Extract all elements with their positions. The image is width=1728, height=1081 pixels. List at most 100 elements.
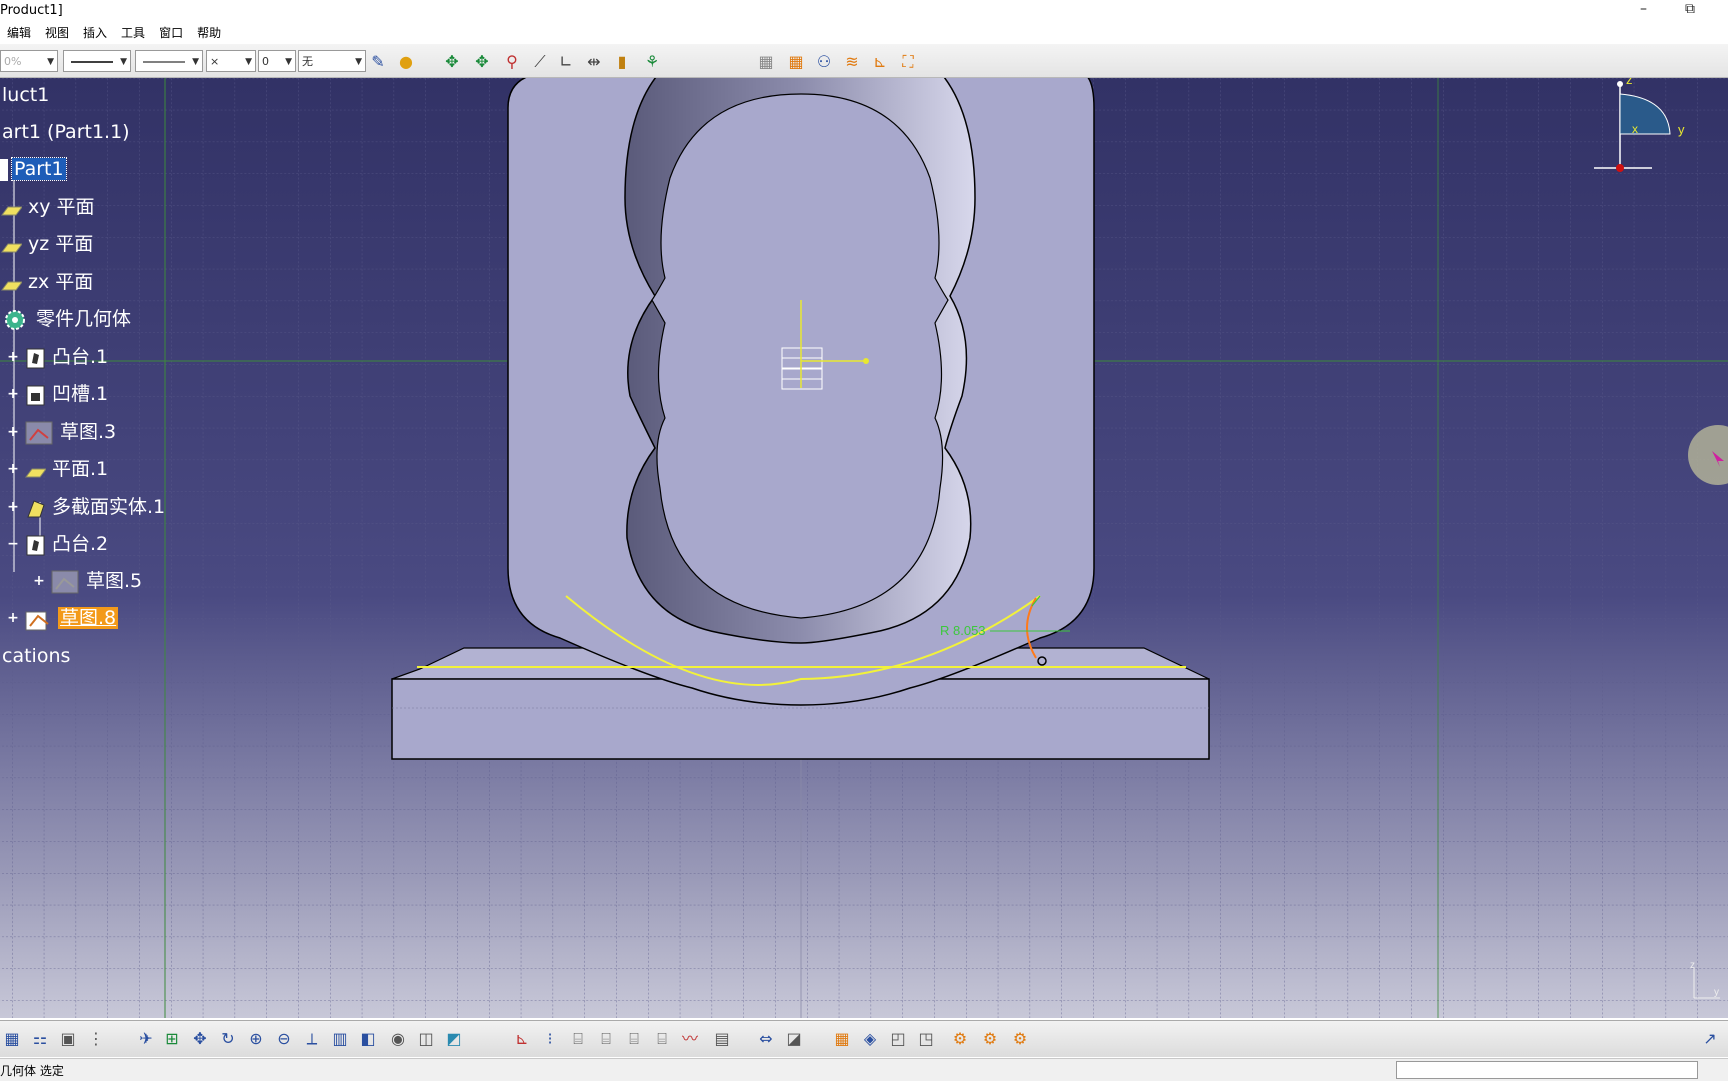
properties-icon[interactable]: ● — [396, 52, 416, 72]
minimize-button[interactable]: – — [1640, 1, 1647, 17]
apply-icon[interactable]: ⚘ — [642, 52, 662, 72]
compass-icon[interactable]: z x y — [1590, 78, 1700, 188]
tree-item-label: 多截面实体.1 — [52, 496, 166, 518]
tree-item-applications[interactable]: cations — [0, 641, 72, 671]
expand-icon[interactable]: + — [6, 611, 20, 626]
dimension-icon[interactable]: ⇹ — [584, 52, 604, 72]
sketch-mode-icon[interactable]: ◈ — [860, 1029, 880, 1049]
auto-dimension-icon[interactable]: ⚙ — [1010, 1029, 1030, 1049]
dimension-constraint-icon[interactable]: ⊾ — [870, 52, 890, 72]
normal-view-icon[interactable]: ⟂ — [302, 1029, 322, 1049]
shading-icon[interactable]: ◉ — [388, 1029, 408, 1049]
collapse-icon[interactable]: − — [6, 537, 20, 552]
tree-item-pocket1[interactable]: + 凹槽.1 — [6, 379, 110, 409]
menu-tools[interactable]: 工具 — [114, 22, 152, 43]
constraint-sketch-icon[interactable]: ⊾ — [512, 1029, 532, 1049]
3d-viewport[interactable]: R 8.053 z x y z y luct1 art1 (Part1.1) P… — [0, 78, 1728, 1018]
cutting-icon[interactable]: ◰ — [888, 1029, 908, 1049]
iso-view-icon[interactable]: ◧ — [358, 1029, 378, 1049]
menu-insert[interactable]: 插入 — [76, 22, 114, 43]
tree-item-loft1[interactable]: + 多截面实体.1 — [6, 492, 167, 522]
line-weight-combo[interactable]: ▼ — [135, 50, 203, 72]
zoom-value: 0% — [4, 55, 22, 68]
fly-mode-icon[interactable]: ✈ — [136, 1029, 156, 1049]
multi-view-icon[interactable]: ▥ — [330, 1029, 350, 1049]
tree-item-product[interactable]: luct1 — [0, 80, 51, 110]
profile2-icon[interactable]: ⌸ — [596, 1029, 616, 1049]
catalog-icon[interactable]: ▣ — [58, 1029, 78, 1049]
tree-icon[interactable]: ⚏ — [30, 1029, 50, 1049]
analysis-icon[interactable]: ▤ — [712, 1029, 732, 1049]
spec-icon[interactable]: ⋮ — [86, 1029, 106, 1049]
tree-item-label: zx 平面 — [28, 271, 94, 293]
tree-item-pad1[interactable]: + 凸台.1 — [6, 342, 110, 372]
restore-button[interactable]: ⧉ — [1685, 1, 1695, 17]
grid-icon[interactable]: ▦ — [786, 52, 806, 72]
fit-all-icon[interactable]: ⊞ — [162, 1029, 182, 1049]
expand-icon[interactable]: + — [6, 500, 20, 515]
profile3-icon[interactable]: ⌸ — [624, 1029, 644, 1049]
pan-icon[interactable]: ✥ — [190, 1029, 210, 1049]
tree-item-label: xy 平面 — [28, 196, 95, 218]
tree-item-part-body[interactable]: 零件几何体 — [0, 304, 133, 334]
table-icon[interactable]: ▦ — [2, 1029, 22, 1049]
wave-icon[interactable]: 〰 — [680, 1029, 700, 1049]
tree-item-yz-plane[interactable]: yz 平面 — [0, 229, 95, 259]
expand-icon[interactable]: + — [6, 350, 20, 365]
measure-between-icon[interactable]: ⇔ — [756, 1029, 776, 1049]
menu-window[interactable]: 窗口 — [152, 22, 190, 43]
bottom-toolbar: ▦ ⚏ ▣ ⋮ ✈ ⊞ ✥ ↻ ⊕ ⊖ ⟂ ▥ ◧ ◉ ◫ ◩ ⊾ ⁝ ⌸ ⌸ … — [0, 1020, 1728, 1057]
profile-icon[interactable]: ⌸ — [568, 1029, 588, 1049]
hide-show-icon[interactable]: ◫ — [416, 1029, 436, 1049]
tree-item-part-instance[interactable]: art1 (Part1.1) — [0, 117, 132, 147]
move-icon[interactable]: ✥ — [442, 52, 462, 72]
display-icon[interactable]: ◳ — [916, 1029, 936, 1049]
expand-icon[interactable]: + — [6, 387, 20, 402]
rotate-icon[interactable]: ↻ — [218, 1029, 238, 1049]
point-type-combo[interactable]: × ▼ — [206, 50, 256, 72]
tree-item-sketch5[interactable]: + 草图.5 — [32, 566, 144, 596]
swap-space-icon[interactable]: ◩ — [444, 1029, 464, 1049]
painter-icon[interactable]: ✎ — [368, 52, 388, 72]
tree-item-pad2[interactable]: − 凸台.2 — [6, 529, 110, 559]
measure-item-icon[interactable]: ◪ — [784, 1029, 804, 1049]
angle-icon[interactable]: ∟ — [556, 52, 576, 72]
expand-icon[interactable]: + — [6, 425, 20, 440]
tree-item-plane1[interactable]: + 平面.1 — [6, 454, 110, 484]
geometric-constraint-icon[interactable]: ⚙ — [950, 1029, 970, 1049]
grid-gray-icon[interactable]: ▦ — [756, 52, 776, 72]
layer-combo[interactable]: 0 ▼ — [258, 50, 296, 72]
dimensional-constraint-icon[interactable]: ⚙ — [980, 1029, 1000, 1049]
layer-name-combo[interactable]: 无 ▼ — [298, 50, 366, 72]
menu-help[interactable]: 帮助 — [190, 22, 228, 43]
expand-icon[interactable]: + — [6, 462, 20, 477]
tree-item-part1[interactable]: Part1 — [0, 154, 67, 184]
zoom-out-icon[interactable]: ⊖ — [274, 1029, 294, 1049]
ruler-icon[interactable]: ▮ — [612, 52, 632, 72]
construction-icon[interactable]: ⚇ — [814, 52, 834, 72]
pocket-floor[interactable] — [651, 93, 949, 619]
zoom-in-icon[interactable]: ⊕ — [246, 1029, 266, 1049]
tree-item-zx-plane[interactable]: zx 平面 — [0, 267, 95, 297]
snap-icon[interactable]: ✥ — [472, 52, 492, 72]
sketcher-logo-icon[interactable]: ↗ — [1700, 1029, 1720, 1049]
menu-edit[interactable]: 编辑 — [0, 22, 38, 43]
tool-icon[interactable]: ⚲ — [502, 52, 522, 72]
menu-view[interactable]: 视图 — [38, 22, 76, 43]
grid-snap-icon[interactable]: ▦ — [832, 1029, 852, 1049]
profile4-icon[interactable]: ⌸ — [652, 1029, 672, 1049]
tree-item-label: 草图.5 — [86, 570, 143, 592]
command-input[interactable] — [1396, 1061, 1698, 1079]
zoom-combo[interactable]: 0% ▼ — [0, 50, 58, 72]
constraint-icon[interactable]: ≋ — [842, 52, 862, 72]
tree-item-sketch8[interactable]: + 草图.8 — [6, 603, 119, 633]
measure-icon[interactable]: ⟋ — [530, 52, 550, 72]
tree-item-xy-plane[interactable]: xy 平面 — [0, 192, 97, 222]
auto-constraint-icon[interactable]: ⛶ — [898, 52, 918, 72]
tree-item-sketch3[interactable]: + 草图.3 — [6, 417, 118, 447]
expand-icon[interactable]: + — [32, 574, 46, 589]
list-icon[interactable]: ⁝ — [540, 1029, 560, 1049]
cad-canvas[interactable]: R 8.053 — [0, 78, 1728, 1018]
line-type-combo[interactable]: ▼ — [63, 50, 131, 72]
radius-dimension-label[interactable]: R 8.053 — [940, 623, 986, 638]
